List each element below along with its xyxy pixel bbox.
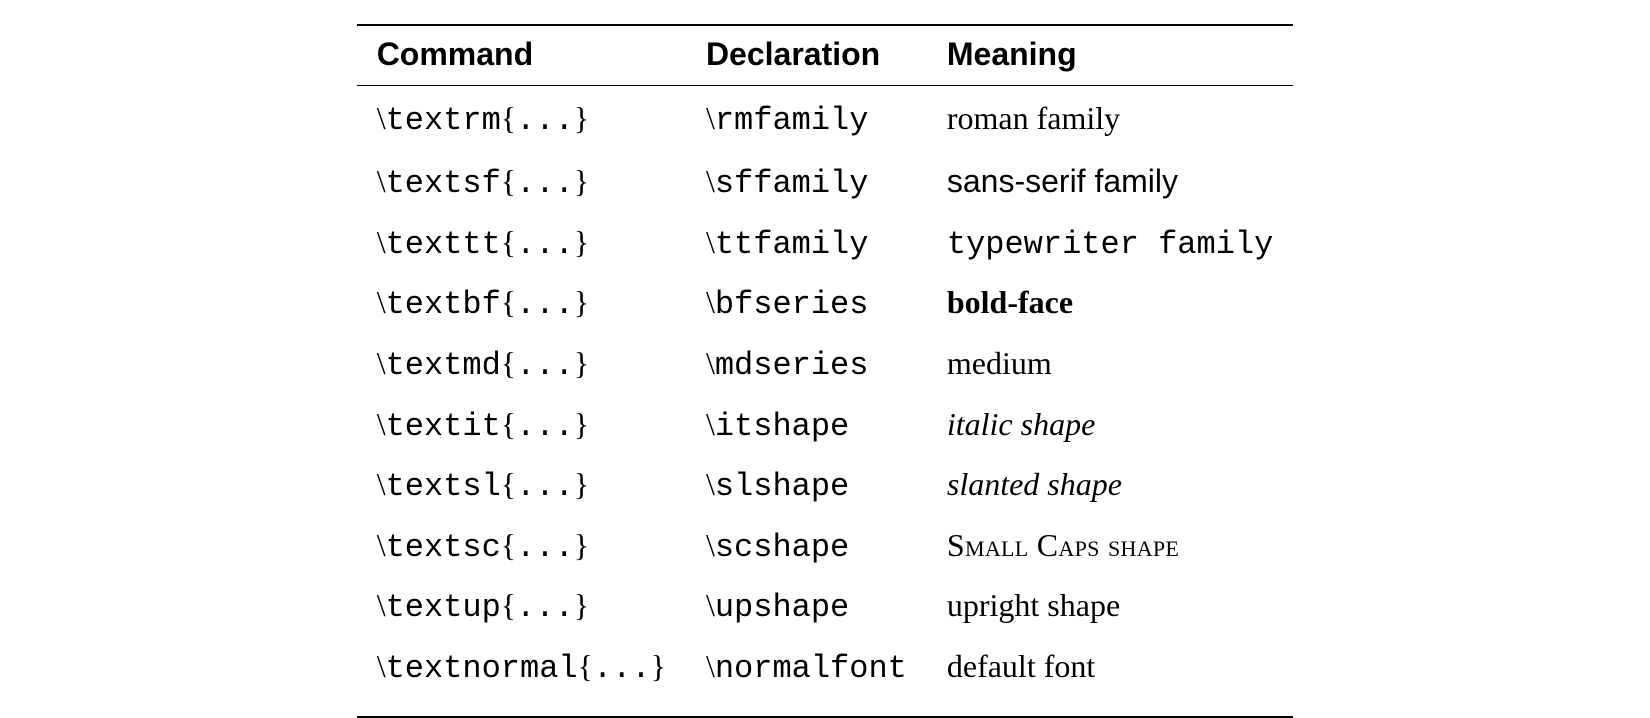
command-name: textmd [386, 347, 501, 384]
col-header-declaration: Declaration [686, 25, 927, 86]
command-name: textsc [386, 529, 501, 566]
cell-meaning: typewriter family [927, 220, 1293, 281]
table-row: \textnormal{...}\normalfontdefault font [357, 644, 1294, 717]
command-name: textit [386, 408, 501, 445]
cell-meaning: upright shape [927, 583, 1293, 644]
table-row: \textrm{...}\rmfamilyroman family [357, 86, 1294, 160]
cell-command: \textit{...} [357, 402, 686, 463]
command-name: textrm [386, 102, 501, 139]
cell-meaning: Small Caps shape [927, 523, 1293, 584]
cell-meaning: medium [927, 341, 1293, 402]
cell-meaning: slanted shape [927, 462, 1293, 523]
declaration-name: itshape [715, 408, 849, 445]
cell-declaration: \ttfamily [686, 220, 927, 281]
font-commands-table: Command Declaration Meaning \textrm{...}… [357, 24, 1294, 718]
cell-meaning: bold-face [927, 280, 1293, 341]
cell-declaration: \slshape [686, 462, 927, 523]
cell-command: \textup{...} [357, 583, 686, 644]
declaration-name: normalfont [715, 650, 907, 687]
table-row: \textsc{...}\scshapeSmall Caps shape [357, 523, 1294, 584]
table-header-row: Command Declaration Meaning [357, 25, 1294, 86]
declaration-name: bfseries [715, 286, 869, 323]
cell-meaning: italic shape [927, 402, 1293, 463]
cell-declaration: \mdseries [686, 341, 927, 402]
cell-command: \textsl{...} [357, 462, 686, 523]
declaration-name: slshape [715, 468, 849, 505]
declaration-name: rmfamily [715, 102, 869, 139]
cell-declaration: \rmfamily [686, 86, 927, 160]
cell-command: \textsc{...} [357, 523, 686, 584]
command-name: textbf [386, 286, 501, 323]
table-row: \textit{...}\itshapeitalic shape [357, 402, 1294, 463]
command-name: textsl [386, 468, 501, 505]
declaration-name: scshape [715, 529, 849, 566]
cell-meaning: roman family [927, 86, 1293, 160]
cell-declaration: \itshape [686, 402, 927, 463]
cell-command: \texttt{...} [357, 220, 686, 281]
col-header-command: Command [357, 25, 686, 86]
command-name: texttt [386, 226, 501, 263]
cell-declaration: \sffamily [686, 159, 927, 220]
cell-declaration: \bfseries [686, 280, 927, 341]
declaration-name: sffamily [715, 165, 869, 202]
cell-command: \textrm{...} [357, 86, 686, 160]
declaration-name: upshape [715, 589, 849, 626]
cell-command: \textnormal{...} [357, 644, 686, 717]
declaration-name: mdseries [715, 347, 869, 384]
declaration-name: ttfamily [715, 226, 869, 263]
command-name: textsf [386, 165, 501, 202]
table-row: \textup{...}\upshapeupright shape [357, 583, 1294, 644]
cell-command: \textsf{...} [357, 159, 686, 220]
cell-meaning: sans-serif family [927, 159, 1293, 220]
command-name: textup [386, 589, 501, 626]
cell-command: \textbf{...} [357, 280, 686, 341]
cell-declaration: \normalfont [686, 644, 927, 717]
cell-command: \textmd{...} [357, 341, 686, 402]
cell-declaration: \upshape [686, 583, 927, 644]
cell-declaration: \scshape [686, 523, 927, 584]
table-row: \textmd{...}\mdseriesmedium [357, 341, 1294, 402]
table-row: \textbf{...}\bfseriesbold-face [357, 280, 1294, 341]
table-row: \texttt{...}\ttfamilytypewriter family [357, 220, 1294, 281]
cell-meaning: default font [927, 644, 1293, 717]
col-header-meaning: Meaning [927, 25, 1293, 86]
table-row: \textsl{...}\slshapeslanted shape [357, 462, 1294, 523]
command-name: textnormal [386, 650, 578, 687]
table-row: \textsf{...}\sffamilysans-serif family [357, 159, 1294, 220]
